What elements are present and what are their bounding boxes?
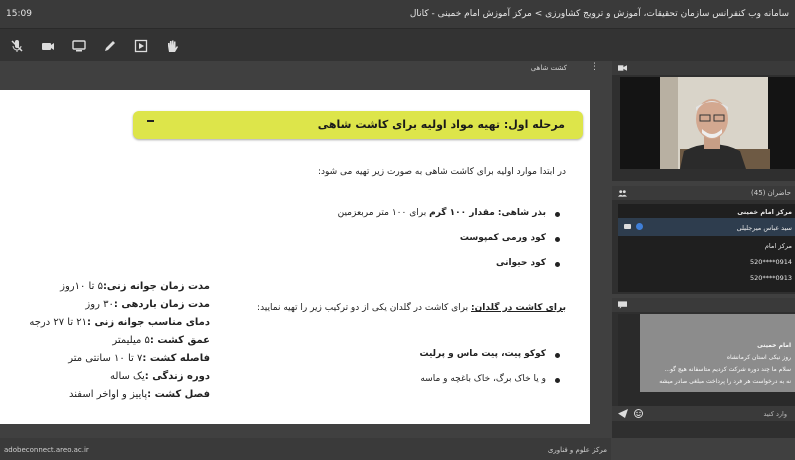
attendees-pod: حاضران (45) مرکز امام خمینی سید عباس میر… xyxy=(612,186,795,294)
raise-hand-icon[interactable] xyxy=(163,37,181,55)
share-pod-header: کشت شاهی ⋮ xyxy=(0,61,611,75)
spec-value: ۵ تا ۱۰روز xyxy=(60,281,103,292)
spec-row: فاصله کشت :۷ تا ۱۰ سانتی متر xyxy=(0,353,210,371)
chat-pod-header xyxy=(612,298,795,312)
chat-message: امام خمینی روز نیکی استان کرمانشاه سلام … xyxy=(640,314,795,392)
slide-intro: در ابتدا موارد اولیه برای کاشت شاهی به ص… xyxy=(317,167,566,177)
camera-pod xyxy=(612,61,795,181)
spec-row: فصل کشت :پاییز و اواخر اسفند xyxy=(0,389,210,407)
spec-label: دوره زندگی : xyxy=(144,371,210,382)
toolbar xyxy=(0,28,795,61)
chat-line: روز نیکی استان کرمانشاه xyxy=(726,354,791,361)
emoji-icon[interactable] xyxy=(634,409,643,420)
list-item-text: برای ۱۰۰ متر مربعزمین xyxy=(337,208,430,218)
pot-mix-list: کوکو پیت، پیت ماس و پرلیت و یا خاک برگ، … xyxy=(419,349,560,399)
slide-title-box: مرحله اول: تهیه مواد اولیه برای کاشت شاه… xyxy=(133,111,583,139)
list-item-text: و یا خاک برگ، خاک باغچه و ماسه xyxy=(420,374,546,384)
spec-value: پاییز و اواخر اسفند xyxy=(69,389,148,400)
list-item-bold: کود حیوانی xyxy=(495,258,546,268)
attendee-list[interactable]: مرکز امام خمینی سید عباس میرجلیلی مرکز ا… xyxy=(618,204,795,292)
list-item: کود حیوانی xyxy=(338,258,561,283)
spec-row: مدت زمان باردهی :۳۰ روز xyxy=(0,299,210,317)
chat-sender: امام خمینی xyxy=(757,342,791,349)
attendee-row[interactable]: 0913****520 xyxy=(750,274,792,282)
screen-share-icon[interactable] xyxy=(70,37,88,55)
pen-icon[interactable] xyxy=(101,37,119,55)
list-item: بذر شاهی: مقدار ۱۰۰ گرم برای ۱۰۰ متر مرب… xyxy=(337,208,561,233)
pot-label: برای کاشت در گلدان: xyxy=(471,303,566,313)
play-icon[interactable] xyxy=(132,37,150,55)
slide-title: مرحله اول: تهیه مواد اولیه برای کاشت شاه… xyxy=(317,118,565,131)
window-title: سامانه وب کنفرانس سازمان تحقیقات، آموزش … xyxy=(409,9,789,19)
spec-value: ۵ میلیمتر xyxy=(112,335,150,346)
presentation-slide: مرحله اول: تهیه مواد اولیه برای کاشت شاه… xyxy=(0,90,590,424)
mic-muted-icon[interactable] xyxy=(8,37,26,55)
materials-list: بذر شاهی: مقدار ۱۰۰ گرم برای ۱۰۰ متر مرب… xyxy=(337,208,561,283)
chat-line: سلام ما چند دوره شرکت کردیم متاسفانه هیچ… xyxy=(664,366,791,373)
share-pod-title: کشت شاهی xyxy=(530,64,567,72)
title-bar: 15:09 سامانه وب کنفرانس سازمان تحقیقات، … xyxy=(0,0,795,28)
clock: 15:09 xyxy=(6,9,32,19)
attendee-row[interactable]: مرکز امام xyxy=(765,242,792,250)
pot-text: برای کاشت در گلدان یکی از دو ترکیب زیر ر… xyxy=(257,303,472,313)
list-item: و یا خاک برگ، خاک باغچه و ماسه xyxy=(419,374,560,399)
mic-status-icon xyxy=(636,223,643,230)
status-url: adobeconnect.areo.ac.ir xyxy=(4,446,89,454)
attendee-row-selected[interactable]: سید عباس میرجلیلی xyxy=(618,218,795,236)
spec-value: یک ساله xyxy=(110,371,145,382)
speaker-video-frame xyxy=(620,77,795,169)
spec-value: ۷ تا ۱۰ سانتی متر xyxy=(68,353,143,364)
spec-row: دمای مناسب جوانه زنی :۲۱ تا ۲۷ درجه xyxy=(0,317,210,335)
spec-label: مدت زمان باردهی : xyxy=(113,299,210,310)
camera-pod-header xyxy=(612,61,795,75)
attendee-name: سید عباس میرجلیلی xyxy=(736,224,792,232)
list-item-bold: کوکو پیت، پیت ماس و پرلیت xyxy=(419,349,546,359)
status-org: مرکز علوم و فناوری xyxy=(547,446,607,454)
spec-row: مدت زمان جوانه زنی:۵ تا ۱۰روز xyxy=(0,281,210,299)
attendees-pod-header: حاضران (45) xyxy=(612,186,795,200)
pod-menu-icon[interactable]: ⋮ xyxy=(590,62,599,72)
camera-status-icon xyxy=(624,224,631,229)
spec-label: عمق کشت : xyxy=(149,335,210,346)
camera-icon xyxy=(618,65,627,71)
spec-label: فاصله کشت : xyxy=(142,353,210,364)
list-item-bold: کود ورمی کمپوست xyxy=(459,233,546,243)
send-icon[interactable] xyxy=(618,409,628,420)
spec-label: دمای مناسب جوانه زنی : xyxy=(87,317,210,328)
speaker-video[interactable] xyxy=(620,77,795,169)
spec-label: مدت زمان جوانه زنی: xyxy=(102,281,210,292)
chat-icon xyxy=(618,301,627,309)
chat-pod: امام خمینی روز نیکی استان کرمانشاه سلام … xyxy=(612,298,795,438)
list-item: کوکو پیت، پیت ماس و پرلیت xyxy=(419,349,560,374)
attendee-row[interactable]: 0914****520 xyxy=(750,258,792,266)
pot-section: برای کاشت در گلدان: برای کاشت در گلدان ی… xyxy=(257,303,566,313)
chat-line: نه به درخواست هر فرد را پرداخت مبلغی صاد… xyxy=(659,378,791,385)
users-icon xyxy=(618,190,627,197)
spec-value: ۳۰ روز xyxy=(85,299,114,310)
dash-icon xyxy=(147,120,154,122)
spec-row: عمق کشت :۵ میلیمتر xyxy=(0,335,210,353)
spec-value: ۲۱ تا ۲۷ درجه xyxy=(29,317,88,328)
chat-input[interactable]: وارد کنید xyxy=(612,406,795,421)
list-item: کود ورمی کمپوست xyxy=(338,233,561,258)
spec-label: فصل کشت : xyxy=(147,389,210,400)
host-group-label: مرکز امام خمینی xyxy=(737,208,792,216)
chat-input-placeholder: وارد کنید xyxy=(763,410,787,418)
attendees-count: حاضران (45) xyxy=(751,189,791,197)
app-window: 15:09 سامانه وب کنفرانس سازمان تحقیقات، … xyxy=(0,0,795,460)
chat-messages[interactable]: امام خمینی روز نیکی استان کرمانشاه سلام … xyxy=(618,314,795,410)
spec-row: دوره زندگی :یک ساله xyxy=(0,371,210,389)
cultivation-specs: مدت زمان جوانه زنی:۵ تا ۱۰روز مدت زمان ب… xyxy=(0,281,210,407)
status-bar: adobeconnect.areo.ac.ir مرکز علوم و فناو… xyxy=(0,438,611,460)
camera-icon[interactable] xyxy=(39,37,57,55)
list-item-bold: بذر شاهی: مقدار ۱۰۰ گرم xyxy=(429,208,546,218)
